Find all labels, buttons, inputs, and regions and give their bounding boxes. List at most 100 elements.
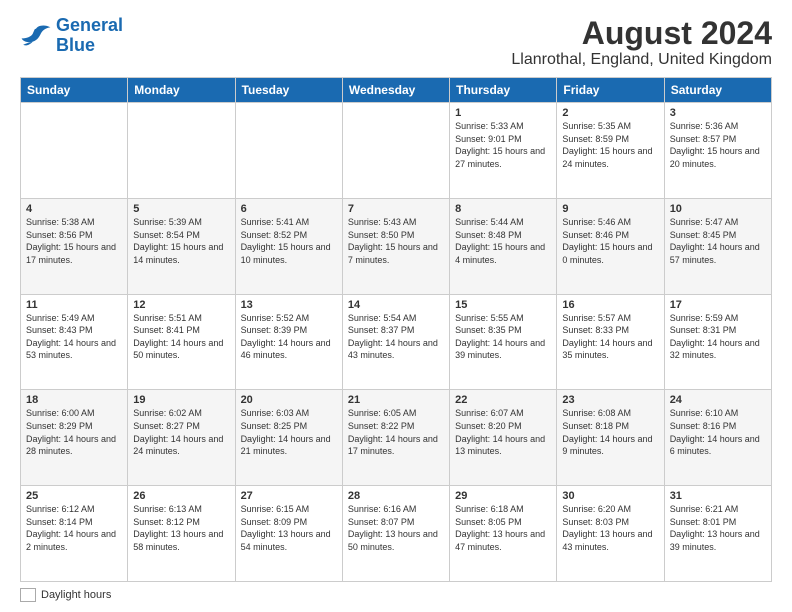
day-info: Sunrise: 6:08 AM Sunset: 8:18 PM Dayligh…: [562, 407, 658, 457]
day-number: 2: [562, 107, 658, 119]
location: Llanrothal, England, United Kingdom: [511, 51, 772, 69]
weekday-header-thursday: Thursday: [450, 78, 557, 103]
page: GeneralBlue August 2024 Llanrothal, Engl…: [0, 0, 792, 612]
day-number: 1: [455, 107, 551, 119]
day-cell: 28Sunrise: 6:16 AM Sunset: 8:07 PM Dayli…: [342, 486, 449, 582]
day-cell: 14Sunrise: 5:54 AM Sunset: 8:37 PM Dayli…: [342, 294, 449, 390]
day-info: Sunrise: 5:39 AM Sunset: 8:54 PM Dayligh…: [133, 216, 229, 266]
weekday-header-sunday: Sunday: [21, 78, 128, 103]
day-info: Sunrise: 6:07 AM Sunset: 8:20 PM Dayligh…: [455, 407, 551, 457]
day-cell: 26Sunrise: 6:13 AM Sunset: 8:12 PM Dayli…: [128, 486, 235, 582]
day-cell: 29Sunrise: 6:18 AM Sunset: 8:05 PM Dayli…: [450, 486, 557, 582]
day-cell: 22Sunrise: 6:07 AM Sunset: 8:20 PM Dayli…: [450, 390, 557, 486]
day-number: 23: [562, 394, 658, 406]
day-info: Sunrise: 6:18 AM Sunset: 8:05 PM Dayligh…: [455, 503, 551, 553]
day-number: 24: [670, 394, 766, 406]
day-info: Sunrise: 6:10 AM Sunset: 8:16 PM Dayligh…: [670, 407, 766, 457]
day-number: 19: [133, 394, 229, 406]
day-info: Sunrise: 5:41 AM Sunset: 8:52 PM Dayligh…: [241, 216, 337, 266]
day-info: Sunrise: 6:02 AM Sunset: 8:27 PM Dayligh…: [133, 407, 229, 457]
day-number: 3: [670, 107, 766, 119]
week-row-3: 11Sunrise: 5:49 AM Sunset: 8:43 PM Dayli…: [21, 294, 772, 390]
day-number: 6: [241, 203, 337, 215]
day-cell: 20Sunrise: 6:03 AM Sunset: 8:25 PM Dayli…: [235, 390, 342, 486]
day-number: 28: [348, 490, 444, 502]
weekday-header-wednesday: Wednesday: [342, 78, 449, 103]
day-cell: 2Sunrise: 5:35 AM Sunset: 8:59 PM Daylig…: [557, 103, 664, 199]
day-info: Sunrise: 5:49 AM Sunset: 8:43 PM Dayligh…: [26, 312, 122, 362]
day-cell: 6Sunrise: 5:41 AM Sunset: 8:52 PM Daylig…: [235, 198, 342, 294]
day-cell: 21Sunrise: 6:05 AM Sunset: 8:22 PM Dayli…: [342, 390, 449, 486]
day-cell: [128, 103, 235, 199]
day-cell: 5Sunrise: 5:39 AM Sunset: 8:54 PM Daylig…: [128, 198, 235, 294]
daylight-color-box: [20, 588, 36, 602]
day-info: Sunrise: 5:59 AM Sunset: 8:31 PM Dayligh…: [670, 312, 766, 362]
weekday-header-saturday: Saturday: [664, 78, 771, 103]
day-cell: 4Sunrise: 5:38 AM Sunset: 8:56 PM Daylig…: [21, 198, 128, 294]
day-number: 30: [562, 490, 658, 502]
day-number: 31: [670, 490, 766, 502]
day-info: Sunrise: 5:55 AM Sunset: 8:35 PM Dayligh…: [455, 312, 551, 362]
day-number: 7: [348, 203, 444, 215]
day-cell: 13Sunrise: 5:52 AM Sunset: 8:39 PM Dayli…: [235, 294, 342, 390]
day-cell: 18Sunrise: 6:00 AM Sunset: 8:29 PM Dayli…: [21, 390, 128, 486]
day-info: Sunrise: 5:44 AM Sunset: 8:48 PM Dayligh…: [455, 216, 551, 266]
day-cell: 1Sunrise: 5:33 AM Sunset: 9:01 PM Daylig…: [450, 103, 557, 199]
day-cell: 16Sunrise: 5:57 AM Sunset: 8:33 PM Dayli…: [557, 294, 664, 390]
day-cell: 23Sunrise: 6:08 AM Sunset: 8:18 PM Dayli…: [557, 390, 664, 486]
day-cell: 9Sunrise: 5:46 AM Sunset: 8:46 PM Daylig…: [557, 198, 664, 294]
daylight-label: Daylight hours: [41, 589, 111, 601]
day-info: Sunrise: 6:05 AM Sunset: 8:22 PM Dayligh…: [348, 407, 444, 457]
logo: GeneralBlue: [20, 16, 123, 56]
day-info: Sunrise: 6:13 AM Sunset: 8:12 PM Dayligh…: [133, 503, 229, 553]
week-row-5: 25Sunrise: 6:12 AM Sunset: 8:14 PM Dayli…: [21, 486, 772, 582]
day-number: 10: [670, 203, 766, 215]
day-info: Sunrise: 5:54 AM Sunset: 8:37 PM Dayligh…: [348, 312, 444, 362]
day-cell: 27Sunrise: 6:15 AM Sunset: 8:09 PM Dayli…: [235, 486, 342, 582]
daylight-legend: Daylight hours: [20, 588, 111, 602]
week-row-4: 18Sunrise: 6:00 AM Sunset: 8:29 PM Dayli…: [21, 390, 772, 486]
day-cell: 19Sunrise: 6:02 AM Sunset: 8:27 PM Dayli…: [128, 390, 235, 486]
day-number: 8: [455, 203, 551, 215]
day-number: 11: [26, 299, 122, 311]
weekday-header-row: SundayMondayTuesdayWednesdayThursdayFrid…: [21, 78, 772, 103]
day-cell: 7Sunrise: 5:43 AM Sunset: 8:50 PM Daylig…: [342, 198, 449, 294]
day-number: 13: [241, 299, 337, 311]
day-number: 18: [26, 394, 122, 406]
day-number: 9: [562, 203, 658, 215]
day-cell: 3Sunrise: 5:36 AM Sunset: 8:57 PM Daylig…: [664, 103, 771, 199]
day-info: Sunrise: 6:20 AM Sunset: 8:03 PM Dayligh…: [562, 503, 658, 553]
day-info: Sunrise: 5:36 AM Sunset: 8:57 PM Dayligh…: [670, 120, 766, 170]
title-block: August 2024 Llanrothal, England, United …: [511, 16, 772, 69]
footer: Daylight hours: [20, 588, 772, 602]
day-info: Sunrise: 5:35 AM Sunset: 8:59 PM Dayligh…: [562, 120, 658, 170]
calendar-table: SundayMondayTuesdayWednesdayThursdayFrid…: [20, 77, 772, 582]
day-cell: 30Sunrise: 6:20 AM Sunset: 8:03 PM Dayli…: [557, 486, 664, 582]
day-number: 5: [133, 203, 229, 215]
day-info: Sunrise: 6:16 AM Sunset: 8:07 PM Dayligh…: [348, 503, 444, 553]
day-info: Sunrise: 6:03 AM Sunset: 8:25 PM Dayligh…: [241, 407, 337, 457]
logo-text-block: GeneralBlue: [56, 16, 123, 56]
day-info: Sunrise: 5:38 AM Sunset: 8:56 PM Dayligh…: [26, 216, 122, 266]
day-info: Sunrise: 5:46 AM Sunset: 8:46 PM Dayligh…: [562, 216, 658, 266]
day-number: 22: [455, 394, 551, 406]
day-cell: 8Sunrise: 5:44 AM Sunset: 8:48 PM Daylig…: [450, 198, 557, 294]
day-cell: 24Sunrise: 6:10 AM Sunset: 8:16 PM Dayli…: [664, 390, 771, 486]
day-info: Sunrise: 5:52 AM Sunset: 8:39 PM Dayligh…: [241, 312, 337, 362]
weekday-header-monday: Monday: [128, 78, 235, 103]
day-number: 12: [133, 299, 229, 311]
day-number: 16: [562, 299, 658, 311]
day-number: 27: [241, 490, 337, 502]
day-cell: 31Sunrise: 6:21 AM Sunset: 8:01 PM Dayli…: [664, 486, 771, 582]
weekday-header-friday: Friday: [557, 78, 664, 103]
header: GeneralBlue August 2024 Llanrothal, Engl…: [20, 16, 772, 69]
weekday-header-tuesday: Tuesday: [235, 78, 342, 103]
day-number: 21: [348, 394, 444, 406]
day-number: 20: [241, 394, 337, 406]
day-cell: 15Sunrise: 5:55 AM Sunset: 8:35 PM Dayli…: [450, 294, 557, 390]
week-row-1: 1Sunrise: 5:33 AM Sunset: 9:01 PM Daylig…: [21, 103, 772, 199]
month-year: August 2024: [511, 16, 772, 51]
day-number: 4: [26, 203, 122, 215]
day-info: Sunrise: 6:21 AM Sunset: 8:01 PM Dayligh…: [670, 503, 766, 553]
day-info: Sunrise: 5:47 AM Sunset: 8:45 PM Dayligh…: [670, 216, 766, 266]
